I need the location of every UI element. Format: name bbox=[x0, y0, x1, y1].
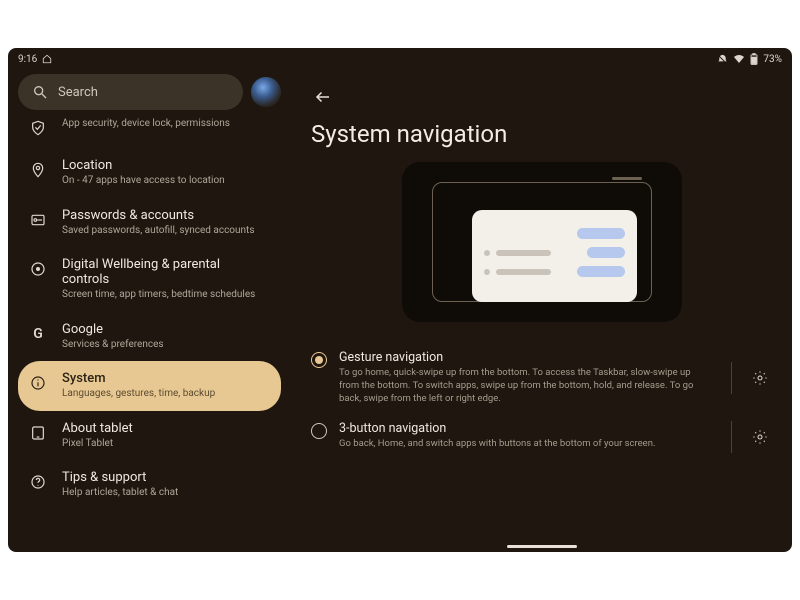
settings-menu: App security, device lock, permissions L… bbox=[18, 114, 281, 510]
help-icon bbox=[28, 472, 48, 492]
sidebar-item-label: Digital Wellbeing & parental controls bbox=[62, 257, 269, 287]
wellbeing-icon bbox=[28, 259, 48, 279]
sidebar-item-system[interactable]: System Languages, gestures, time, backup bbox=[18, 361, 281, 411]
sidebar-item-label: Google bbox=[62, 322, 164, 337]
sidebar-item-label: Passwords & accounts bbox=[62, 208, 254, 223]
page-title: System navigation bbox=[311, 120, 774, 148]
sidebar-item-sub: Services & preferences bbox=[62, 339, 164, 352]
sidebar-item-tips[interactable]: Tips & support Help articles, tablet & c… bbox=[18, 460, 281, 510]
sidebar-item-location[interactable]: Location On - 47 apps have access to loc… bbox=[18, 148, 281, 198]
option-desc: To go home, quick-swipe up from the bott… bbox=[339, 367, 711, 405]
sidebar-item-label: About tablet bbox=[62, 421, 133, 436]
status-time: 9:16 bbox=[18, 54, 37, 65]
option-gesture-navigation[interactable]: Gesture navigation To go home, quick-swi… bbox=[311, 342, 772, 413]
key-icon bbox=[28, 210, 48, 230]
battery-percent: 73% bbox=[763, 54, 782, 65]
radio-gesture[interactable] bbox=[311, 352, 327, 368]
search-input[interactable]: Search bbox=[18, 74, 243, 110]
sidebar-item-google[interactable]: G Google Services & preferences bbox=[18, 312, 281, 362]
sidebar-item-label: Tips & support bbox=[62, 470, 178, 485]
sidebar-item-label: Location bbox=[62, 158, 225, 173]
sidebar-item-sub: Languages, gestures, time, backup bbox=[62, 388, 215, 401]
wifi-icon bbox=[733, 54, 745, 64]
sidebar-item-label: System bbox=[62, 371, 215, 386]
pin-icon bbox=[28, 160, 48, 180]
navigation-preview bbox=[402, 162, 682, 322]
info-icon bbox=[28, 373, 48, 393]
settings-screen: 9:16 73% Searc bbox=[8, 48, 792, 552]
settings-sidebar: Search App security, device lock, permis… bbox=[8, 70, 291, 552]
option-settings-3button[interactable] bbox=[748, 425, 772, 449]
search-placeholder: Search bbox=[58, 85, 98, 100]
sidebar-item-sub: On - 47 apps have access to location bbox=[62, 175, 225, 188]
home-indicator[interactable] bbox=[507, 545, 577, 548]
option-settings-gesture[interactable] bbox=[748, 366, 772, 390]
google-icon: G bbox=[28, 324, 48, 344]
radio-3button[interactable] bbox=[311, 423, 327, 439]
dnd-icon bbox=[717, 54, 728, 65]
sidebar-item-sub: Screen time, app timers, bedtime schedul… bbox=[62, 289, 269, 302]
sidebar-item-sub: Pixel Tablet bbox=[62, 438, 133, 451]
tablet-icon bbox=[28, 423, 48, 443]
battery-icon bbox=[750, 53, 758, 65]
content-pane: System navigation Gesture navigation To … bbox=[291, 70, 792, 552]
shield-icon bbox=[28, 118, 48, 138]
status-bar: 9:16 73% bbox=[8, 48, 792, 70]
sidebar-item-wellbeing[interactable]: Digital Wellbeing & parental controls Sc… bbox=[18, 247, 281, 312]
option-3button-navigation[interactable]: 3-button navigation Go back, Home, and s… bbox=[311, 413, 772, 461]
sidebar-item-sub: App security, device lock, permissions bbox=[62, 118, 230, 131]
sidebar-item-passwords[interactable]: Passwords & accounts Saved passwords, au… bbox=[18, 198, 281, 248]
option-title: 3-button navigation bbox=[339, 421, 711, 436]
sidebar-item-security[interactable]: App security, device lock, permissions bbox=[18, 114, 281, 148]
back-button[interactable] bbox=[309, 83, 337, 111]
option-desc: Go back, Home, and switch apps with butt… bbox=[339, 438, 711, 451]
profile-avatar[interactable] bbox=[251, 77, 281, 107]
sidebar-item-sub: Saved passwords, autofill, synced accoun… bbox=[62, 225, 254, 238]
home-icon bbox=[42, 54, 52, 64]
option-title: Gesture navigation bbox=[339, 350, 711, 365]
search-icon bbox=[32, 84, 48, 100]
sidebar-item-about[interactable]: About tablet Pixel Tablet bbox=[18, 411, 281, 461]
sidebar-item-sub: Help articles, tablet & chat bbox=[62, 487, 178, 500]
